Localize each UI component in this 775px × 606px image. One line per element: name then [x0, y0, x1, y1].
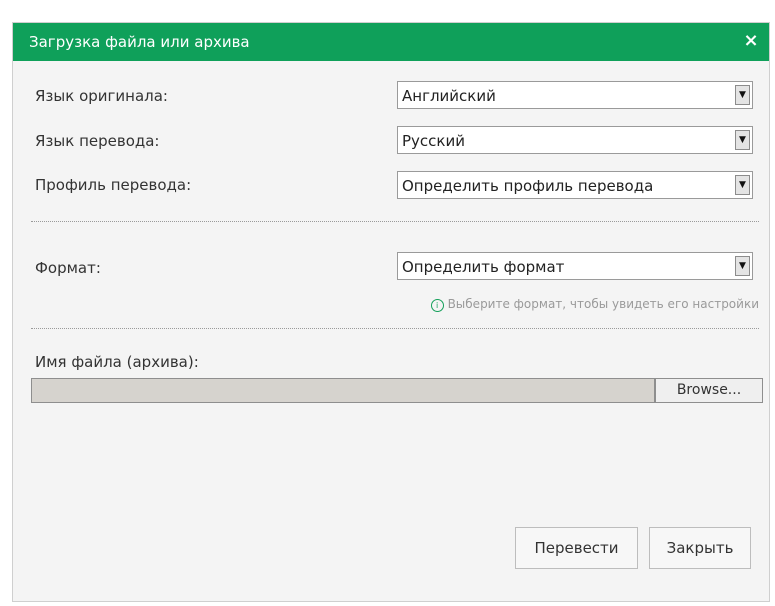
translate-button[interactable]: Перевести [515, 527, 638, 569]
format-hint-text: Выберите формат, чтобы увидеть его настр… [447, 297, 759, 311]
upload-dialog: Загрузка файла или архива × Язык оригина… [12, 22, 770, 602]
format-select[interactable]: Определить формат ▼ [397, 252, 753, 280]
target-language-label: Язык перевода: [35, 132, 160, 150]
chevron-down-icon[interactable]: ▼ [735, 130, 750, 150]
profile-value: Определить профиль перевода [402, 177, 654, 195]
section-divider [31, 328, 759, 329]
target-language-select[interactable]: Русский ▼ [397, 126, 753, 154]
chevron-down-icon[interactable]: ▼ [735, 175, 750, 195]
close-button[interactable]: Закрыть [649, 527, 751, 569]
source-language-value: Английский [402, 87, 496, 105]
profile-label: Профиль перевода: [35, 176, 192, 194]
file-path-input[interactable] [31, 378, 655, 403]
dialog-titlebar: Загрузка файла или архива × [13, 23, 769, 61]
dialog-title: Загрузка файла или архива [29, 33, 250, 51]
chevron-down-icon[interactable]: ▼ [735, 85, 750, 105]
target-language-value: Русский [402, 132, 465, 150]
format-hint: i Выберите формат, чтобы увидеть его наст… [430, 297, 759, 312]
close-icon[interactable]: × [741, 31, 761, 51]
section-divider [31, 221, 759, 222]
info-icon: i [430, 299, 444, 312]
source-language-select[interactable]: Английский ▼ [397, 81, 753, 109]
browse-button[interactable]: Browse... [655, 378, 763, 403]
format-label: Формат: [35, 259, 101, 277]
chevron-down-icon[interactable]: ▼ [735, 256, 750, 276]
profile-select[interactable]: Определить профиль перевода ▼ [397, 171, 753, 199]
format-value: Определить формат [402, 258, 565, 276]
file-name-label: Имя файла (архива): [35, 353, 199, 371]
source-language-label: Язык оригинала: [35, 87, 168, 105]
